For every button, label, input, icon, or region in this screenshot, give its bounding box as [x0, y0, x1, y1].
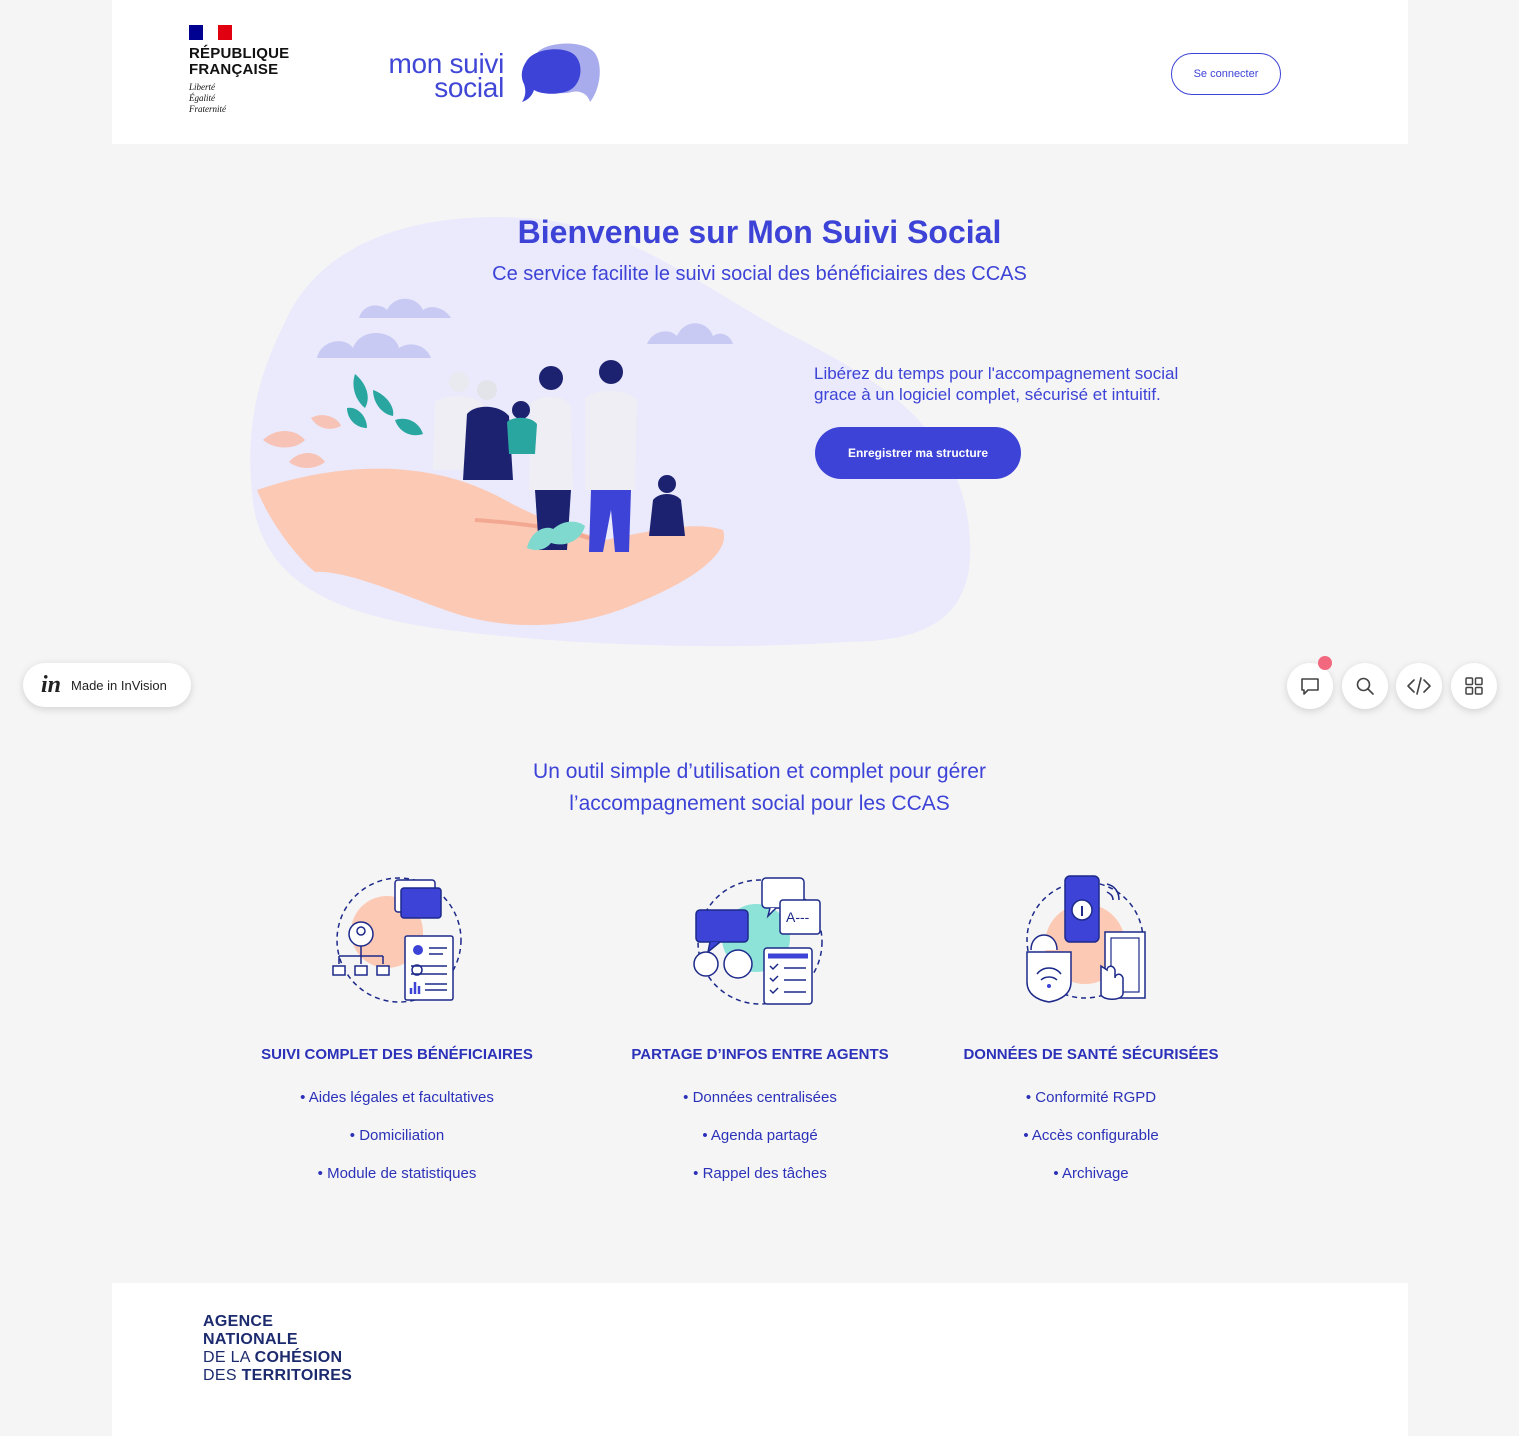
anct-word: TERRITOIRES — [241, 1367, 353, 1384]
register-structure-button[interactable]: Enregistrer ma structure — [815, 427, 1021, 479]
republique-name: RÉPUBLIQUE FRANÇAISE — [189, 45, 290, 78]
grid-button[interactable] — [1451, 663, 1497, 709]
footer: AGENCE NATIONALE DE LA COHÉSION DES TERR… — [112, 1283, 1408, 1436]
feature-title: PARTAGE D’INFOS ENTRE AGENTS — [631, 1046, 889, 1063]
made-in-invision-badge[interactable]: in Made in InVision — [23, 663, 191, 707]
anct-logo[interactable]: AGENCE NATIONALE DE LA COHÉSION DES TERR… — [203, 1313, 352, 1385]
comment-icon — [1301, 678, 1319, 695]
invision-logo-icon: in — [41, 671, 62, 698]
list-item: Conformité RGPD — [901, 1079, 1281, 1117]
hero-subtitle: Ce service facilite le suivi social des … — [492, 263, 1027, 285]
hero-title: Bienvenue sur Mon Suivi Social — [517, 214, 1002, 250]
search-icon — [1356, 677, 1374, 695]
feature-agent-sharing: A--- PARTAGE D’INFOS ENTRE AGENTS Donnée… — [570, 870, 950, 1193]
speech-bubble-icon — [521, 43, 600, 102]
search-button[interactable] — [1342, 663, 1388, 709]
feature-title: DONNÉES DE SANTÉ SÉCURISÉES — [963, 1046, 1219, 1063]
republique-motto: Liberté Égalité Fraternité — [189, 82, 226, 114]
brand-logo[interactable]: mon suivi social — [374, 42, 614, 112]
list-item: Accès configurable — [901, 1117, 1281, 1155]
invision-label: Made in InVision — [71, 677, 167, 693]
login-button[interactable]: Se connecter — [1171, 53, 1281, 95]
header: RÉPUBLIQUE FRANÇAISE Liberté Égalité Fra… — [112, 0, 1408, 144]
code-icon — [1407, 677, 1431, 695]
secure-data-icon — [1026, 875, 1146, 1003]
code-button[interactable] — [1396, 663, 1442, 709]
list-item: Aides légales et facultatives — [207, 1079, 587, 1117]
anct-line: DE LA COHÉSION — [203, 1349, 352, 1367]
list-item: Module de statistiques — [207, 1155, 587, 1193]
family-in-hand-illustration — [257, 298, 733, 626]
grid-icon — [1465, 677, 1483, 695]
french-flag-icon — [189, 25, 232, 40]
features-section-title: Un outil simple d’utilisation et complet… — [533, 760, 986, 815]
hero-description: Libérez du temps pour l'accompagnement s… — [814, 364, 1179, 404]
list-item: Archivage — [901, 1155, 1281, 1193]
feature-list: Conformité RGPD Accès configurable Archi… — [901, 1079, 1281, 1193]
anct-line: NATIONALE — [203, 1331, 298, 1348]
list-item: Agenda partagé — [570, 1117, 950, 1155]
agent-sharing-icon: A--- — [693, 877, 823, 1005]
feature-title: SUIVI COMPLET DES BÉNÉFICIAIRES — [261, 1046, 533, 1063]
anct-line: AGENCE — [203, 1313, 274, 1330]
brand-name: mon suivi social — [388, 48, 504, 103]
anct-word: DES — [203, 1367, 237, 1384]
beneficiary-tracking-icon — [332, 877, 462, 1003]
feature-beneficiary-tracking: SUIVI COMPLET DES BÉNÉFICIAIRES Aides lé… — [207, 870, 587, 1193]
feature-secure-data: DONNÉES DE SANTÉ SÉCURISÉES Conformité R… — [901, 870, 1281, 1193]
list-item: Rappel des tâches — [570, 1155, 950, 1193]
list-item: Données centralisées — [570, 1079, 950, 1117]
feature-list: Aides légales et facultatives Domiciliat… — [207, 1079, 587, 1193]
feature-list: Données centralisées Agenda partagé Rapp… — [570, 1079, 950, 1193]
notification-dot — [1318, 656, 1332, 670]
svg-text:A---: A--- — [786, 909, 810, 925]
anct-word: DE LA — [203, 1349, 250, 1366]
republique-francaise-logo: RÉPUBLIQUE FRANÇAISE Liberté Égalité Fra… — [189, 25, 309, 115]
anct-word: COHÉSION — [254, 1349, 343, 1366]
anct-line: DES TERRITOIRES — [203, 1367, 352, 1385]
list-item: Domiciliation — [207, 1117, 587, 1155]
